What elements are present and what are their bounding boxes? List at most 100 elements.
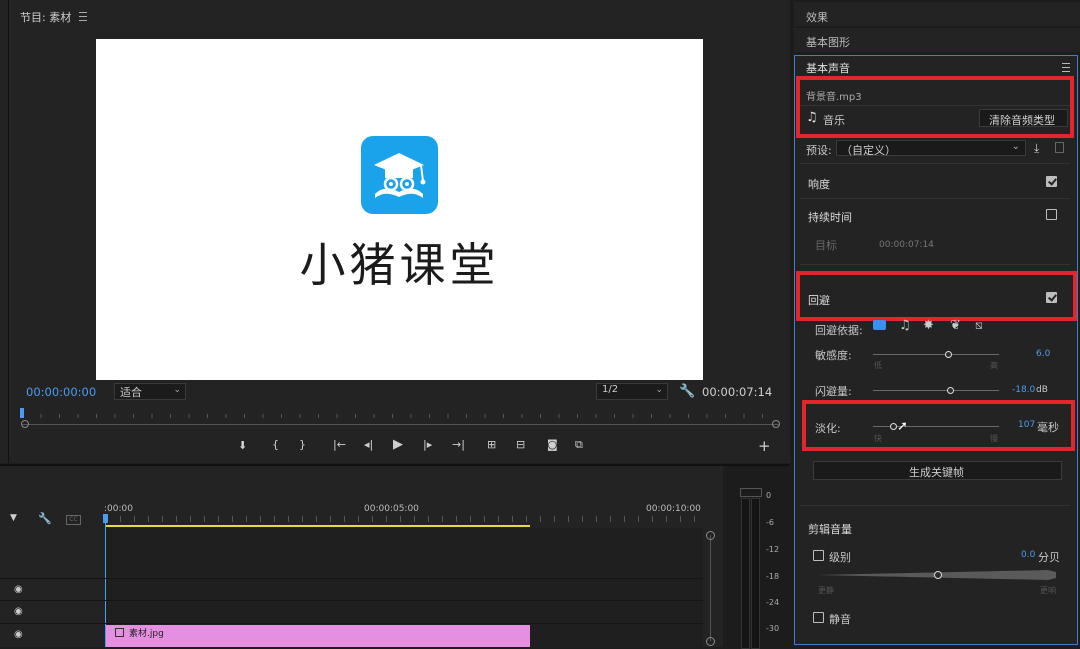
duration-label[interactable]: 持续时间 — [808, 209, 852, 225]
mark-out-icon[interactable]: } — [299, 438, 306, 451]
duration-checkbox[interactable] — [1046, 209, 1057, 220]
go-to-in-icon[interactable]: |← — [333, 438, 346, 451]
go-to-out-icon[interactable]: →| — [452, 438, 465, 451]
generate-keyframes-label: 生成关键帧 — [909, 466, 964, 479]
monitor-scrollbar[interactable] — [22, 424, 779, 425]
compare-view-icon[interactable]: ⧉ — [575, 438, 583, 452]
current-timecode[interactable]: 00:00:00:00 — [26, 385, 96, 399]
camera-icon[interactable]: ◙ — [547, 438, 558, 451]
vscroll-handle-top[interactable] — [706, 531, 715, 540]
unassigned-icon[interactable]: ⧅ — [975, 318, 983, 333]
add-marker-icon[interactable]: ⬇ — [238, 439, 247, 452]
monitor-ruler[interactable] — [22, 410, 779, 420]
eye-icon[interactable]: ◉ — [14, 629, 23, 640]
play-icon[interactable]: ▶ — [393, 437, 403, 452]
duck-amount-slider-track[interactable] — [873, 390, 999, 391]
step-back-icon[interactable]: ◂| — [364, 438, 373, 451]
marker-icon[interactable]: ▼ — [10, 513, 17, 523]
video-clip[interactable]: 素材.jpg — [106, 625, 530, 647]
chevron-down-icon: ⌄ — [655, 385, 663, 395]
hamburger-icon[interactable] — [1062, 63, 1070, 72]
vscroll-handle-bottom[interactable] — [706, 637, 715, 646]
wrench-icon[interactable]: 🔧 — [679, 384, 695, 399]
tab-effects[interactable]: 效果 — [806, 9, 828, 25]
level-slider-knob[interactable] — [934, 571, 942, 579]
sensitivity-high: 高 — [990, 361, 998, 370]
highlight-box-clip — [796, 76, 1074, 138]
work-area-bar[interactable] — [106, 525, 530, 527]
ruler-label-0: :00:00 — [104, 504, 133, 514]
scroll-handle-left[interactable] — [21, 420, 29, 428]
monitor-left-border — [8, 0, 9, 463]
music-icon[interactable]: ♫ — [899, 318, 911, 333]
meter-bar-left — [741, 498, 750, 649]
timeline-playhead-handle[interactable] — [103, 514, 108, 523]
fade-value[interactable]: 107 — [1018, 420, 1035, 430]
mute-checkbox[interactable] — [813, 612, 824, 623]
panel-divider — [800, 163, 1070, 164]
fade-low: 快 — [874, 434, 882, 443]
meter-scale-5: -30 — [766, 624, 780, 633]
level-value[interactable]: 0.0 — [1021, 550, 1035, 560]
sensitivity-slider-knob[interactable] — [945, 351, 952, 358]
preset-dropdown[interactable]: （自定义） ⌄ — [836, 140, 1026, 157]
extract-icon[interactable]: ⊟ — [516, 438, 525, 451]
timeline-header-divider — [0, 464, 790, 466]
meter-scale-0: 0 — [766, 491, 772, 500]
fade-label: 淡化: — [815, 422, 841, 435]
playhead-marker[interactable] — [20, 408, 24, 418]
sensitivity-value[interactable]: 6.0 — [1036, 349, 1050, 359]
trash-icon[interactable] — [1055, 142, 1064, 153]
loudness-checkbox[interactable] — [1046, 176, 1057, 187]
ruler-label-1: 00:00:05:00 — [364, 504, 419, 514]
panel-divider — [800, 198, 1070, 199]
save-preset-icon[interactable]: ⤓ — [1034, 141, 1039, 156]
eye-icon[interactable]: ◉ — [14, 584, 23, 595]
app-logo-icon — [361, 136, 438, 214]
generate-keyframes-button[interactable]: 生成关键帧 — [813, 461, 1062, 480]
preset-value: （自定义） — [841, 144, 896, 157]
loudness-label[interactable]: 响度 — [808, 176, 830, 192]
level-label: 级别 — [829, 551, 851, 564]
duck-amount-unit: dB — [1036, 385, 1048, 395]
track-divider — [0, 578, 703, 579]
video-preview[interactable]: 小猪课堂 — [96, 39, 703, 380]
duck-amount-value[interactable]: -18.0 — [1012, 385, 1035, 395]
dialogue-icon[interactable] — [873, 320, 886, 330]
sensitivity-low: 低 — [874, 361, 882, 370]
meter-scale-1: -6 — [766, 518, 774, 527]
resolution-dropdown[interactable]: 1/2 ⌄ — [596, 383, 668, 400]
chevron-down-icon: ⌄ — [173, 385, 181, 395]
mark-in-icon[interactable]: { — [272, 438, 279, 451]
tab-effects-row[interactable] — [794, 2, 1080, 26]
duck-amount-slider-knob[interactable] — [947, 387, 954, 394]
panel-divider — [800, 505, 1070, 506]
ruler-label-2: 00:00:10:00 — [646, 504, 701, 514]
level-unit: 分贝 — [1038, 551, 1060, 564]
scroll-handle-right[interactable] — [772, 420, 780, 428]
fade-unit: 毫秒 — [1037, 421, 1059, 434]
louder-label: 更响 — [1040, 586, 1056, 595]
level-checkbox[interactable] — [813, 550, 824, 561]
lift-icon[interactable]: ⊞ — [487, 438, 496, 451]
fade-slider-knob[interactable] — [890, 423, 897, 430]
timeline-vscroll[interactable] — [710, 535, 711, 641]
captions-icon[interactable]: CC — [66, 515, 81, 525]
eye-icon[interactable]: ◉ — [14, 606, 23, 617]
timeline-ruler-ticks[interactable] — [106, 516, 706, 522]
duck-amount-label: 闪避量: — [815, 385, 852, 398]
add-button-icon[interactable]: + — [758, 437, 771, 455]
mouse-cursor-icon: ➚ — [897, 419, 908, 434]
step-forward-icon[interactable]: |▸ — [423, 438, 432, 451]
sfx-icon[interactable]: ✸ — [923, 318, 934, 333]
chevron-down-icon: ⌄ — [1011, 141, 1020, 152]
hamburger-icon[interactable] — [79, 12, 87, 21]
target-label: 目标 — [815, 239, 837, 252]
program-monitor-title[interactable]: 节目: 素材 — [20, 9, 71, 25]
sensitivity-slider-track[interactable] — [873, 354, 999, 355]
tab-graphics[interactable]: 基本图形 — [806, 34, 850, 50]
ambience-icon[interactable]: ❦ — [950, 318, 961, 333]
fit-dropdown[interactable]: 适合 ⌄ — [114, 383, 186, 400]
wrench-icon[interactable]: 🔧 — [38, 512, 52, 525]
tab-audio[interactable]: 基本声音 — [806, 60, 850, 76]
